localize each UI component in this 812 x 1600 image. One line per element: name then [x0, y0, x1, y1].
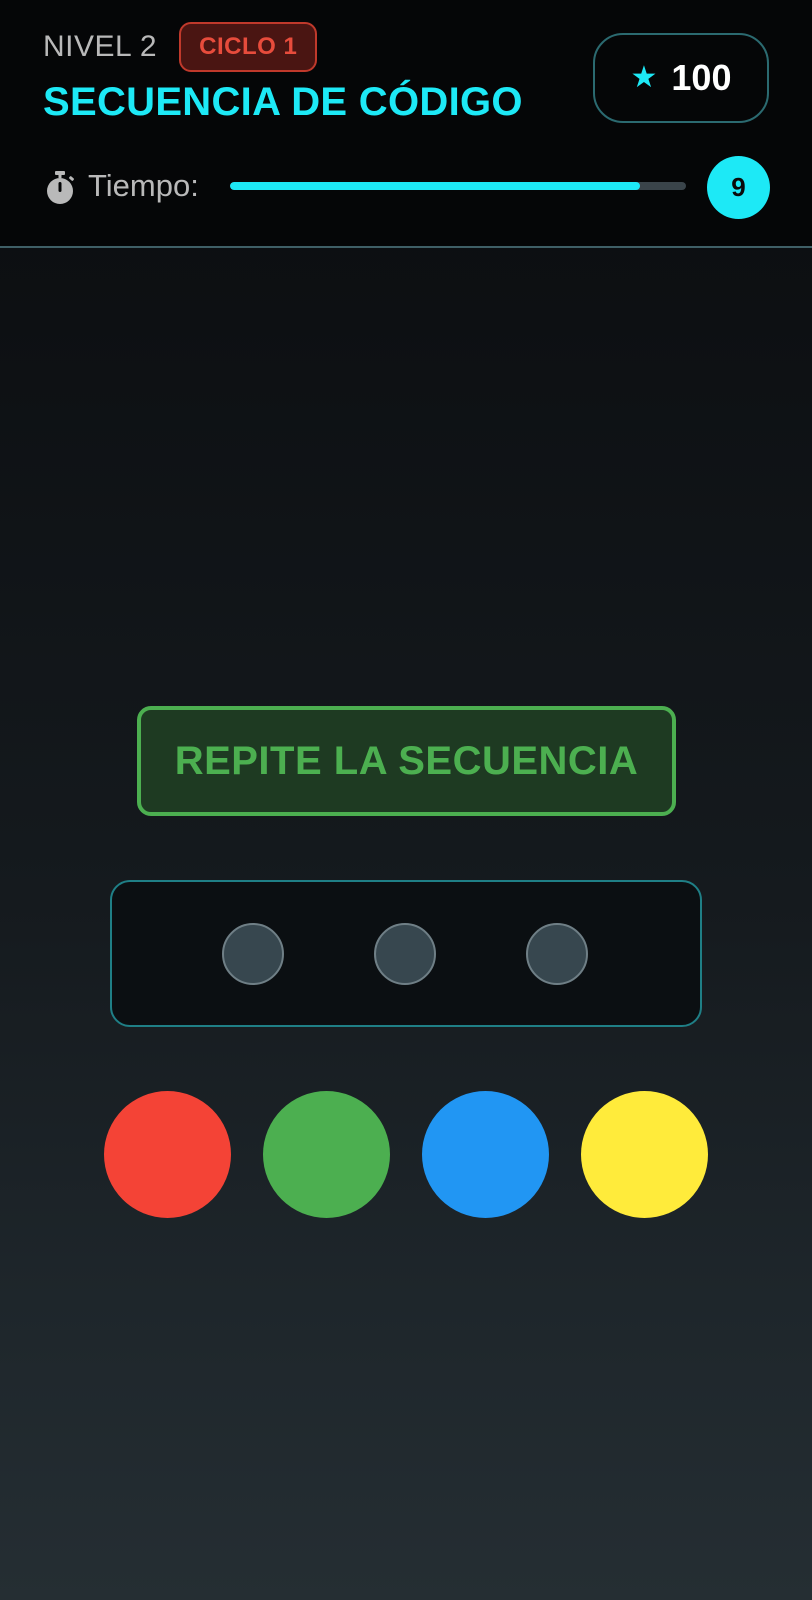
red-color-button[interactable]	[104, 1091, 231, 1218]
game-title: SECUENCIA DE CÓDIGO	[43, 80, 523, 124]
sequence-slots-panel	[110, 880, 702, 1027]
timer-label: Tiempo:	[88, 168, 199, 203]
instruction-banner: REPITE LA SECUENCIA	[137, 706, 676, 816]
timer-seconds-badge: 9	[707, 156, 770, 219]
level-label: NIVEL 2	[43, 30, 158, 63]
green-color-button[interactable]	[263, 1091, 390, 1218]
blue-color-button[interactable]	[422, 1091, 549, 1218]
score-display: ★ 100	[593, 33, 769, 123]
score-value: 100	[671, 57, 732, 98]
star-icon: ★	[630, 61, 658, 94]
timer-progress-bar	[230, 182, 686, 190]
yellow-color-button[interactable]	[581, 1091, 708, 1218]
sequence-slot	[526, 923, 588, 985]
stopwatch-icon	[47, 171, 74, 204]
cycle-badge: CICLO 1	[179, 22, 318, 72]
timer-progress-fill	[230, 182, 641, 190]
game-header: NIVEL 2 CICLO 1 SECUENCIA DE CÓDIGO ★ 10…	[0, 0, 812, 248]
sequence-slot	[374, 923, 436, 985]
level-row: NIVEL 2 CICLO 1	[43, 22, 318, 72]
sequence-slot	[222, 923, 284, 985]
timer-row: Tiempo: 9	[43, 156, 770, 219]
